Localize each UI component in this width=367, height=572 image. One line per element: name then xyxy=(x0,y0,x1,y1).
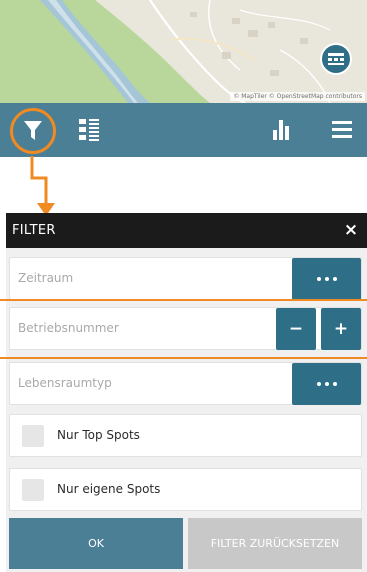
list-view-icon xyxy=(79,119,99,141)
filter-icon xyxy=(24,121,42,140)
eigene-spots-row[interactable]: Nur eigene Spots xyxy=(9,468,362,511)
filter-panel: FILTER × Zeitraum Betriebsnummer − + Leb… xyxy=(6,213,367,572)
menu-button[interactable] xyxy=(327,115,357,145)
highlight-line-top xyxy=(0,299,367,301)
top-spots-row[interactable]: Nur Top Spots xyxy=(9,414,362,457)
list-view-button[interactable] xyxy=(74,115,104,145)
hamburger-menu-icon xyxy=(332,121,352,138)
close-button[interactable]: × xyxy=(340,219,362,241)
filter-button[interactable] xyxy=(10,108,56,154)
betriebsnummer-field[interactable]: Betriebsnummer − + xyxy=(9,307,362,350)
decrement-button[interactable]: − xyxy=(276,308,316,350)
map-layers-button[interactable] xyxy=(320,43,352,75)
statistics-button[interactable] xyxy=(266,115,296,145)
top-spots-checkbox[interactable] xyxy=(22,425,44,447)
highlight-line-bottom xyxy=(0,357,367,359)
zeitraum-more-button[interactable] xyxy=(292,258,361,300)
more-dots-icon xyxy=(316,277,321,281)
zeitraum-placeholder: Zeitraum xyxy=(18,271,74,285)
filter-title: FILTER xyxy=(12,223,56,238)
zeitraum-field[interactable]: Zeitraum xyxy=(9,257,362,300)
ok-button[interactable]: OK xyxy=(9,518,183,569)
callout-arrow xyxy=(30,156,55,216)
lebensraumtyp-more-button[interactable] xyxy=(292,363,361,405)
layers-icon xyxy=(328,53,344,65)
bar-chart-icon xyxy=(273,120,289,140)
eigene-spots-label: Nur eigene Spots xyxy=(57,482,161,496)
lebensraumtyp-placeholder: Lebensraumtyp xyxy=(18,376,112,390)
filter-header: FILTER × xyxy=(6,213,367,248)
reset-filter-button[interactable]: FILTER ZURÜCKSETZEN xyxy=(188,518,362,569)
map-attribution[interactable]: © MapTiler © OpenStreetMap contributors xyxy=(230,92,365,101)
top-spots-label: Nur Top Spots xyxy=(57,428,140,442)
eigene-spots-checkbox[interactable] xyxy=(22,479,44,501)
more-dots-icon xyxy=(316,382,321,386)
lebensraumtyp-field[interactable]: Lebensraumtyp xyxy=(9,362,362,405)
toolbar xyxy=(0,103,367,157)
betriebsnummer-input[interactable]: Betriebsnummer xyxy=(18,321,119,335)
increment-button[interactable]: + xyxy=(321,308,361,350)
map-view[interactable]: © MapTiler © OpenStreetMap contributors xyxy=(0,0,367,103)
map-tiles xyxy=(0,0,367,103)
